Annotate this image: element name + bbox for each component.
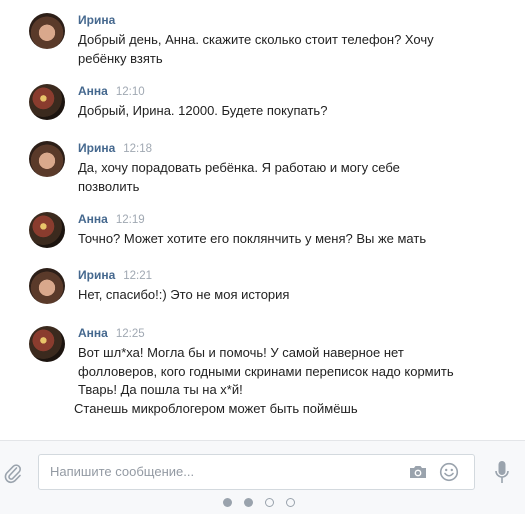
message-line: Тварь! Да пошла ты на х*й!: [78, 382, 243, 397]
page-indicator: [223, 498, 295, 508]
author-name[interactable]: Ирина: [78, 268, 115, 282]
message-header: Анна 12:10: [78, 84, 145, 100]
message-header: Ирина: [78, 13, 123, 29]
message-line: Вот шл*ха! Могла бы и помочь! У самой на…: [78, 345, 404, 360]
message-header: Анна 12:25: [78, 326, 145, 342]
page-dot-active[interactable]: [244, 498, 253, 507]
message-history: Ирина Добрый день, Анна. скажите сколько…: [0, 0, 525, 440]
message-time: 12:10: [115, 86, 145, 98]
message-text: Точно? Может хотите его поклянчить у мен…: [78, 230, 498, 249]
message-input-placeholder: Напишите сообщение...: [50, 464, 195, 479]
avatar[interactable]: [29, 13, 65, 49]
avatar[interactable]: [29, 141, 65, 177]
message-text: Нет, спасибо!:) Это не моя история: [78, 286, 498, 305]
author-name[interactable]: Анна: [78, 84, 108, 98]
page-dot[interactable]: [223, 498, 232, 507]
message-text: Добрый день, Анна. скажите сколько стоит…: [78, 31, 498, 68]
avatar[interactable]: [29, 212, 65, 248]
message-header: Анна 12:19: [78, 212, 145, 228]
message-time: 12:18: [123, 143, 153, 155]
page-dot[interactable]: [286, 498, 295, 507]
microphone-icon[interactable]: [494, 460, 510, 486]
message-line: Нет, спасибо!:) Это не моя история: [78, 287, 290, 302]
message-header: Ирина 12:18: [78, 141, 152, 157]
message-line: Добрый день, Анна. скажите сколько стоит…: [78, 32, 434, 47]
author-name[interactable]: Ирина: [78, 13, 115, 27]
message-line: фолловеров, кого годными скринами перепи…: [78, 363, 454, 379]
message-text: Вот шл*ха! Могла бы и помочь! У самой на…: [74, 344, 498, 418]
avatar[interactable]: [29, 326, 65, 362]
message-input[interactable]: Напишите сообщение...: [38, 454, 475, 490]
author-name[interactable]: Анна: [78, 212, 108, 226]
message-time: 12:19: [115, 214, 145, 226]
message-time: 12:21: [123, 270, 153, 282]
page-dot[interactable]: [265, 498, 274, 507]
message-text: Да, хочу порадовать ребёнка. Я работаю и…: [78, 159, 498, 196]
message-line: Станешь микроблогером может быть поймёшь: [74, 400, 358, 416]
avatar[interactable]: [29, 84, 65, 120]
message-line: Да, хочу порадовать ребёнка. Я работаю и…: [78, 160, 400, 175]
paperclip-icon[interactable]: [4, 462, 22, 484]
author-name[interactable]: Анна: [78, 326, 108, 340]
message-line: Точно? Может хотите его поклянчить у мен…: [78, 231, 427, 246]
composer-bar: Напишите сообщение...: [0, 440, 525, 514]
message-line: ребёнку взять: [78, 50, 163, 66]
message-header: Ирина 12:21: [78, 268, 152, 284]
message-text: Добрый, Ирина. 12000. Будете покупать?: [78, 102, 498, 121]
message-time: 12:25: [115, 328, 145, 340]
message-line: Добрый, Ирина. 12000. Будете покупать?: [78, 103, 328, 118]
author-name[interactable]: Ирина: [78, 141, 115, 155]
camera-icon[interactable]: [408, 462, 428, 482]
smile-icon[interactable]: [439, 462, 459, 482]
message-line: позволить: [78, 178, 140, 194]
avatar[interactable]: [29, 268, 65, 304]
